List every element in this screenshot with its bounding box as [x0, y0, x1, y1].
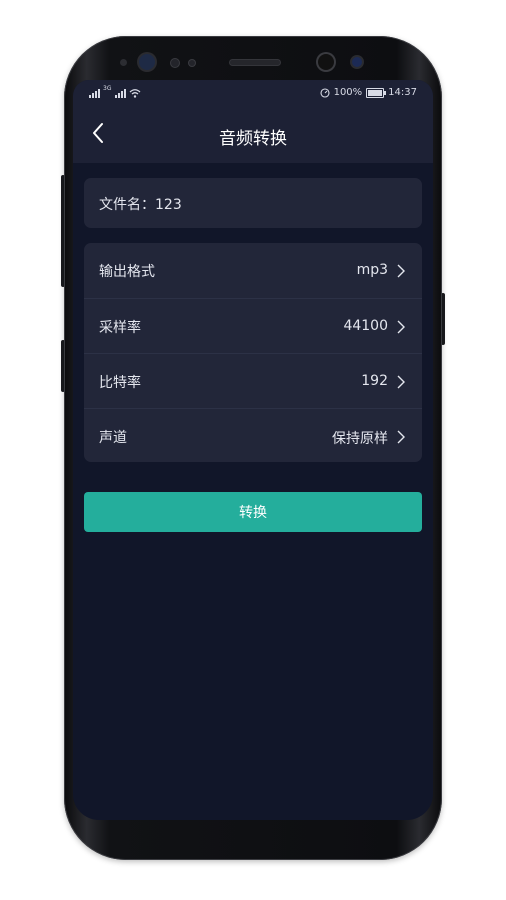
signal-icon: [89, 88, 100, 98]
convert-button[interactable]: 转换: [84, 492, 422, 532]
battery-percent: 100%: [333, 87, 363, 98]
sensor-dot: [171, 59, 179, 67]
battery-icon: [366, 87, 387, 98]
app-header: 音频转换: [73, 106, 433, 163]
front-camera: [318, 54, 334, 70]
chevron-right-icon: [397, 430, 405, 444]
sensor-dot: [120, 59, 127, 66]
file-name-card: 文件名：123: [84, 178, 422, 228]
option-value: mp3: [356, 262, 388, 278]
option-value: 保持原样: [332, 431, 388, 447]
app-screen: 3G 100% 14:37 音频转换 文件名：123 输出格式 mp3 采样率 …: [73, 80, 433, 820]
option-label: 采样率: [99, 320, 141, 336]
page-title: 音频转换: [219, 129, 287, 149]
option-label: 输出格式: [99, 264, 155, 280]
earpiece-speaker: [230, 60, 280, 65]
sensor-dot: [189, 60, 195, 66]
status-left: 3G: [89, 86, 141, 98]
clock-icon: [320, 87, 330, 98]
option-row-channel[interactable]: 声道 保持原样: [84, 408, 422, 464]
option-value: 44100: [343, 318, 388, 334]
options-card: 输出格式 mp3 采样率 44100 比特率 192 声道 保持原样: [84, 243, 422, 462]
file-name-text: 文件名：123: [99, 197, 182, 213]
option-label: 声道: [99, 430, 127, 446]
status-bar: 3G 100% 14:37: [73, 80, 433, 106]
chevron-right-icon: [397, 320, 405, 334]
option-row-output-format[interactable]: 输出格式 mp3: [84, 243, 422, 298]
wifi-icon: [130, 89, 141, 98]
chevron-right-icon: [397, 264, 405, 278]
status-right: 100% 14:37: [320, 87, 417, 98]
option-label: 比特率: [99, 375, 141, 391]
sensor-dot: [352, 57, 362, 67]
option-row-sample-rate[interactable]: 采样率 44100: [84, 298, 422, 354]
signal-icon: [115, 88, 127, 98]
network-type-label: 3G: [103, 85, 112, 92]
chevron-right-icon: [397, 375, 405, 389]
option-value: 192: [361, 373, 388, 389]
status-time: 14:37: [388, 87, 417, 98]
iris-scanner: [139, 54, 155, 70]
option-row-bit-rate[interactable]: 比特率 192: [84, 353, 422, 409]
